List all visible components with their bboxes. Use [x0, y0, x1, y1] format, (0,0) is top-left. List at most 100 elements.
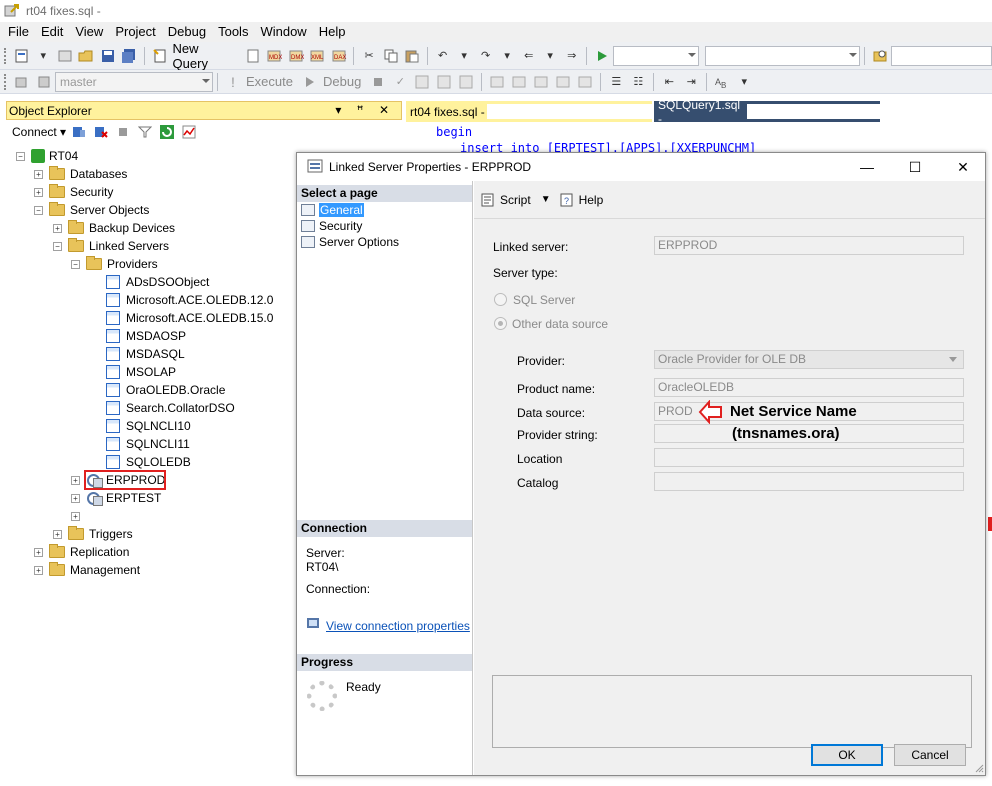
tree-node-databases[interactable]: + Databases	[34, 165, 127, 183]
menu-tools[interactable]: Tools	[212, 22, 254, 42]
cut-icon[interactable]: ✂	[360, 47, 378, 65]
new-query-icon[interactable]	[151, 47, 169, 65]
dropdown-arrow-icon[interactable]: ▾	[455, 47, 473, 65]
menu-edit[interactable]: Edit	[35, 22, 69, 42]
db-engine-query-icon[interactable]	[244, 47, 262, 65]
tree-node-provider[interactable]: MSOLAP	[106, 363, 176, 381]
find-in-files-icon[interactable]	[871, 47, 889, 65]
include-plan-icon[interactable]	[488, 73, 506, 91]
tree-node-provider[interactable]: MSDAOSP	[106, 327, 186, 345]
tree-node-security[interactable]: + Security	[34, 183, 113, 201]
expand-icon[interactable]: +	[53, 223, 62, 233]
results-to-text-icon[interactable]	[532, 73, 550, 91]
tree-node-provider[interactable]: OraOLEDB.Oracle	[106, 381, 225, 399]
dropdown-arrow-icon[interactable]: ▾	[498, 47, 516, 65]
help-button[interactable]: Help	[579, 193, 604, 207]
product-name-field[interactable]: OracleOLEDB	[654, 378, 964, 397]
execute-icon[interactable]: !	[224, 73, 242, 91]
results-to-file-icon[interactable]	[576, 73, 594, 91]
available-databases-combo[interactable]: master	[55, 71, 213, 92]
tree-node-server-objects[interactable]: − Server Objects	[34, 201, 149, 219]
execute-button[interactable]: Execute	[246, 74, 293, 89]
tree-node-provider[interactable]: ADsDSOObject	[106, 273, 209, 291]
dmx-query-icon[interactable]: DMX	[287, 47, 305, 65]
view-connection-properties-link[interactable]: View connection properties	[306, 617, 470, 634]
new-project-icon[interactable]	[13, 47, 31, 65]
results-to-grid-icon[interactable]	[554, 73, 572, 91]
tab-rt04-fixes[interactable]: rt04 fixes.sql -	[406, 101, 652, 122]
tree-node-triggers[interactable]: + Triggers	[53, 525, 133, 543]
tree-node-linked-server-unnamed[interactable]: +	[71, 507, 86, 525]
specify-template-values-icon[interactable]: AB	[713, 73, 731, 91]
close-icon[interactable]: ✕	[943, 156, 983, 178]
tree-node-server[interactable]: − RT04	[16, 147, 78, 165]
paste-icon[interactable]	[403, 47, 421, 65]
increase-indent-icon[interactable]: ⇥	[682, 73, 700, 91]
tree-node-provider[interactable]: MSDASQL	[106, 345, 185, 363]
toolbar-grip[interactable]	[4, 47, 7, 64]
mdx-query-icon[interactable]: MDX	[265, 47, 283, 65]
debug-button[interactable]: Debug	[323, 74, 361, 89]
ok-button[interactable]: OK	[811, 744, 883, 766]
collapse-icon[interactable]: −	[16, 151, 25, 161]
collapse-icon[interactable]: −	[34, 205, 43, 215]
disconnect-icon[interactable]	[92, 123, 110, 141]
new-query-button[interactable]: New Query	[173, 41, 236, 71]
expand-icon[interactable]: +	[34, 565, 43, 575]
script-button[interactable]: Script	[500, 193, 531, 207]
maximize-icon[interactable]: ☐	[895, 156, 935, 178]
collapse-icon[interactable]: −	[71, 259, 80, 269]
tree-node-provider[interactable]: SQLOLEDB	[106, 453, 191, 471]
display-plan-icon[interactable]	[413, 73, 431, 91]
other-data-source-radio[interactable]	[494, 317, 507, 330]
query-designer-icon[interactable]	[435, 73, 453, 91]
navigate-forward-icon[interactable]: ⇒	[563, 47, 581, 65]
tree-node-provider[interactable]: SQLNCLI11	[106, 435, 190, 453]
location-field[interactable]	[654, 448, 964, 467]
resize-grip-icon[interactable]	[974, 763, 984, 773]
linked-server-field[interactable]: ERPPROD	[654, 236, 964, 255]
tree-node-management[interactable]: + Management	[34, 561, 140, 579]
refresh-icon[interactable]	[158, 123, 176, 141]
tree-node-backup-devices[interactable]: + Backup Devices	[53, 219, 175, 237]
change-connection-icon[interactable]	[35, 73, 53, 91]
page-server-options[interactable]: Server Options	[301, 234, 399, 250]
tree-node-provider[interactable]: Search.CollatorDSO	[106, 399, 235, 417]
menu-view[interactable]: View	[69, 22, 109, 42]
script-dropdown-arrow-icon[interactable]: ▼	[541, 194, 551, 205]
expand-icon[interactable]: +	[34, 547, 43, 557]
menu-file[interactable]: File	[2, 22, 35, 42]
find-combo[interactable]	[890, 45, 992, 66]
expand-icon[interactable]: +	[71, 511, 80, 521]
solution-config-combo[interactable]	[612, 45, 699, 66]
undo-icon[interactable]: ↶	[434, 47, 452, 65]
intellisense-icon[interactable]	[457, 73, 475, 91]
expand-icon[interactable]: +	[34, 187, 43, 197]
tree-node-linked-server-erptest[interactable]: + ERPTEST	[71, 489, 161, 507]
activity-monitor-icon[interactable]	[180, 123, 198, 141]
expand-icon[interactable]: +	[71, 475, 80, 485]
solution-platform-combo[interactable]	[704, 45, 861, 66]
tab-sqlquery1[interactable]: SQLQuery1.sql -	[654, 98, 880, 126]
page-security[interactable]: Security	[301, 218, 362, 234]
redo-icon[interactable]: ↷	[477, 47, 495, 65]
tree-node-linked-servers[interactable]: − Linked Servers	[53, 237, 169, 255]
save-icon[interactable]	[99, 47, 117, 65]
client-stats-icon[interactable]	[510, 73, 528, 91]
menu-window[interactable]: Window	[254, 22, 312, 42]
minimize-icon[interactable]: —	[847, 156, 887, 178]
filter-icon[interactable]	[136, 123, 154, 141]
cancel-query-icon[interactable]	[369, 73, 387, 91]
tree-node-providers[interactable]: − Providers	[71, 255, 158, 273]
toolbar-options-icon[interactable]: ▾	[735, 73, 753, 91]
open-file-icon[interactable]	[78, 47, 96, 65]
xmla-query-icon[interactable]: XML	[308, 47, 326, 65]
menu-help[interactable]: Help	[313, 22, 352, 42]
expand-icon[interactable]: +	[53, 529, 62, 539]
navigate-backward-icon[interactable]: ⇐	[520, 47, 538, 65]
expand-icon[interactable]: +	[34, 169, 43, 179]
uncomment-lines-icon[interactable]: ☷	[629, 73, 647, 91]
code-line-begin[interactable]: begin	[436, 125, 472, 139]
add-item-icon[interactable]	[56, 47, 74, 65]
save-all-icon[interactable]	[121, 47, 139, 65]
